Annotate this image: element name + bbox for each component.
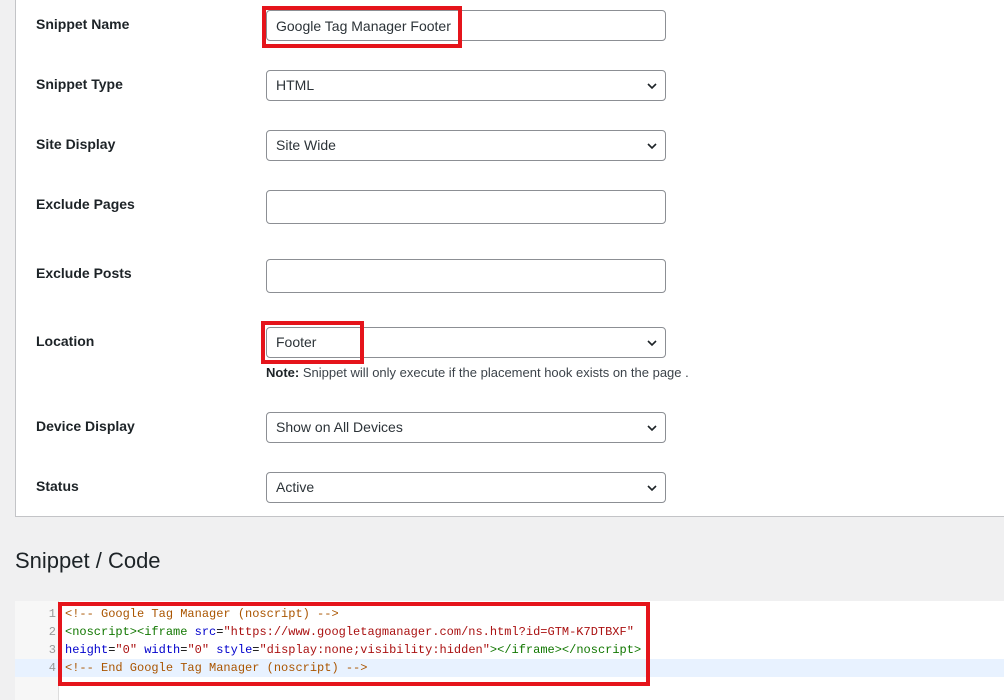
device-display-label: Device Display <box>36 418 135 434</box>
location-label: Location <box>36 333 95 349</box>
code-text: <noscript><iframe src="https://www.googl… <box>65 623 634 641</box>
code-tag: <noscript><iframe <box>65 625 195 639</box>
code-string: "0" <box>187 643 210 657</box>
device-display-value: Show on All Devices <box>276 419 403 435</box>
code-line[interactable]: 2 <noscript><iframe src="https://www.goo… <box>15 623 1004 641</box>
exclude-pages-input[interactable] <box>266 190 666 224</box>
snippet-name-label: Snippet Name <box>36 16 130 32</box>
chevron-down-icon <box>647 83 657 90</box>
site-display-value: Site Wide <box>276 137 336 153</box>
chevron-down-icon <box>647 425 657 432</box>
section-title: Snippet / Code <box>15 548 161 573</box>
code-comment: <!-- Google Tag Manager (noscript) --> <box>65 607 339 621</box>
location-value: Footer <box>276 334 317 350</box>
code-line-active[interactable]: 4 <!-- End Google Tag Manager (noscript)… <box>15 659 1004 677</box>
status-value: Active <box>276 479 315 495</box>
code-attr: src <box>194 625 217 639</box>
code-attr: height <box>65 643 109 657</box>
chevron-down-icon <box>647 143 657 150</box>
code-editor[interactable]: 1 <!-- Google Tag Manager (noscript) -->… <box>15 601 1004 700</box>
note-text: Snippet will only execute if the placeme… <box>299 365 689 380</box>
code-tag: ></iframe></noscript> <box>489 643 642 657</box>
code-attr: width <box>144 643 181 657</box>
site-display-select[interactable]: Site Wide <box>266 130 666 161</box>
code-string: "display:none;visibility:hidden" <box>259 643 490 657</box>
exclude-posts-input[interactable] <box>266 259 666 293</box>
snippet-type-label: Snippet Type <box>36 76 123 92</box>
location-note: Note: Snippet will only execute if the p… <box>266 365 689 380</box>
line-number: 4 <box>48 661 56 675</box>
chevron-down-icon <box>647 340 657 347</box>
note-prefix: Note: <box>266 365 300 380</box>
snippet-type-select[interactable]: HTML <box>266 70 666 101</box>
code-text: height="0" width="0" style="display:none… <box>65 641 641 659</box>
site-display-label: Site Display <box>36 136 116 152</box>
status-select[interactable]: Active <box>266 472 666 503</box>
code-comment: <!-- End Google Tag Manager (noscript) -… <box>65 661 368 675</box>
code-string: "https://www.googletagmanager.com/ns.htm… <box>223 625 634 639</box>
line-number: 2 <box>48 625 56 639</box>
chevron-down-icon <box>647 485 657 492</box>
snippet-name-input[interactable] <box>266 10 666 41</box>
exclude-posts-label: Exclude Posts <box>36 265 132 281</box>
code-line[interactable]: 3 height="0" width="0" style="display:no… <box>15 641 1004 659</box>
line-number: 3 <box>48 643 56 657</box>
code-attr: style <box>216 643 253 657</box>
snippet-type-value: HTML <box>276 77 315 93</box>
status-label: Status <box>36 478 79 494</box>
code-line[interactable]: 1 <!-- Google Tag Manager (noscript) --> <box>15 605 1004 623</box>
line-number: 1 <box>48 607 56 621</box>
location-select[interactable]: Footer <box>266 327 666 358</box>
code-string: "0" <box>115 643 138 657</box>
exclude-pages-label: Exclude Pages <box>36 196 135 212</box>
device-display-select[interactable]: Show on All Devices <box>266 412 666 443</box>
